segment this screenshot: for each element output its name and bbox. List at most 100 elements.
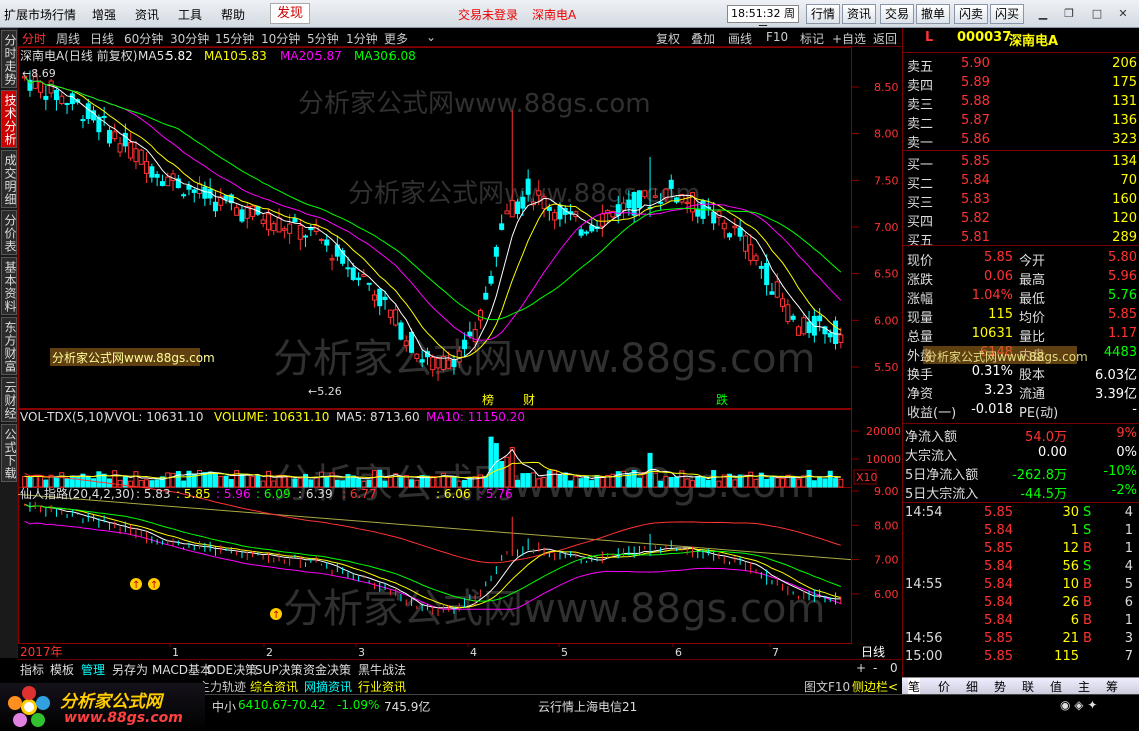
flow-value: 54.0万 xyxy=(1025,430,1067,445)
bang-mark[interactable]: 榜 xyxy=(482,392,494,407)
tab-price[interactable]: 价 xyxy=(938,678,950,695)
tab-time-trend[interactable]: 分时走势 xyxy=(1,30,17,88)
menu-item-info[interactable]: 资讯 xyxy=(135,6,159,23)
cai-mark[interactable]: 财 xyxy=(523,393,535,407)
volume-bar xyxy=(838,478,844,488)
quote-tabs: 笔 价 细 势 联 值 主 筹 xyxy=(902,677,1139,695)
status-icons[interactable]: ◉ ◈ ✦ xyxy=(1060,698,1097,712)
flash-sell-button[interactable]: 闪卖 xyxy=(954,4,988,24)
f10-graphic-button[interactable]: 图文F10 xyxy=(804,678,850,695)
tab-main[interactable]: 主 xyxy=(1078,678,1090,695)
tab-save-as[interactable]: 另存为 xyxy=(112,661,148,678)
tab-manage[interactable]: 管理 xyxy=(81,661,105,678)
candle-body xyxy=(467,331,473,337)
period-more[interactable]: 更多 xyxy=(384,30,408,47)
candle-body xyxy=(292,217,298,223)
ma5-label: MA5: xyxy=(138,49,168,63)
tab-basic-info[interactable]: 基本资料 xyxy=(1,257,17,315)
tab-eastmoney[interactable]: 东方财富 xyxy=(1,317,17,375)
trade-button[interactable]: 交易 xyxy=(880,4,914,24)
volume-bar xyxy=(281,475,287,488)
stat-value: - xyxy=(1132,402,1137,417)
restore-icon[interactable]: ❐ xyxy=(1060,5,1078,22)
info-button[interactable]: 资讯 xyxy=(842,4,876,24)
tick-side: B xyxy=(1083,595,1092,610)
tab-web-news[interactable]: 网摘资讯 xyxy=(304,678,352,695)
sidebar-toggle-button[interactable]: 侧边栏< xyxy=(852,678,898,695)
index-pct: -1.09% xyxy=(337,698,380,712)
zoom-in-button[interactable]: + xyxy=(856,661,866,675)
tab-value[interactable]: 值 xyxy=(1050,678,1062,695)
stock-link[interactable]: 深南电A xyxy=(532,6,576,23)
tab-price-table[interactable]: 分价表 xyxy=(1,210,17,255)
tab-yuncaijing[interactable]: 云财经 xyxy=(1,377,17,422)
discover-button[interactable]: 发现 xyxy=(270,3,310,24)
tab-deals[interactable]: 成交明细 xyxy=(1,150,17,208)
tab-tick[interactable]: 笔 xyxy=(908,678,921,695)
f10-button[interactable]: F10 xyxy=(766,30,788,44)
tick-price: 5.84 xyxy=(984,523,1013,538)
period-1min[interactable]: 1分钟 xyxy=(346,30,378,47)
candle-body xyxy=(652,195,658,198)
tab-dde[interactable]: DDE决策 xyxy=(207,661,257,678)
cancel-order-button[interactable]: 撤单 xyxy=(916,4,950,24)
volume-bar xyxy=(297,477,303,488)
volume-bar xyxy=(387,476,393,488)
back-button[interactable]: 返回 xyxy=(873,30,897,47)
buy-price: 5.82 xyxy=(961,211,990,226)
tab-trend[interactable]: 势 xyxy=(994,678,1006,695)
chevron-down-icon[interactable]: ⌄ xyxy=(426,30,436,44)
period-10min[interactable]: 10分钟 xyxy=(261,30,300,47)
tab-link[interactable]: 联 xyxy=(1022,678,1034,695)
tab-technical[interactable]: 技术分析 xyxy=(1,90,17,148)
mark-button[interactable]: 标记 xyxy=(800,30,824,47)
buy-row: 买五 5.81 289 xyxy=(903,230,1139,249)
volume-bar xyxy=(265,470,271,488)
tab-general-news[interactable]: 综合资讯 xyxy=(250,678,298,695)
add-watch-button[interactable]: +自选 xyxy=(832,30,866,47)
xian-v1: : 5.83 xyxy=(136,487,171,501)
chart-area[interactable]: 分析家公式网www.88gs.com 分析家公式网www.88gs.com 分析家公… xyxy=(18,47,902,659)
tab-fund[interactable]: 资金决策 xyxy=(303,661,351,678)
tab-detail[interactable]: 细 xyxy=(966,678,978,695)
menu-item-extended-market[interactable]: 扩展市场行情 xyxy=(4,6,76,23)
index-name[interactable]: 中小 xyxy=(212,698,236,715)
watermark-small-right: 分析家公式网www.88gs.com xyxy=(925,350,1088,364)
period-30min[interactable]: 30分钟 xyxy=(170,30,209,47)
period-day[interactable]: 日线 xyxy=(90,30,114,47)
kline-chart[interactable]: 分析家公式网www.88gs.com 分析家公式网www.88gs.com 分析家公… xyxy=(18,47,902,659)
tab-indicator[interactable]: 指标 xyxy=(20,661,44,678)
divider xyxy=(903,245,1139,246)
tab-macd[interactable]: MACD基本 xyxy=(152,661,212,678)
tab-sup[interactable]: SUP决策 xyxy=(255,661,303,678)
period-week[interactable]: 周线 xyxy=(56,30,80,47)
die-mark[interactable]: 跌 xyxy=(716,392,728,407)
indicator-tab-bar: 指标 模板 管理 另存为 MACD基本 DDE决策 SUP决策 资金决策 黑牛战… xyxy=(18,659,902,677)
period-timeshare[interactable]: 分时 xyxy=(22,30,46,47)
candle-body xyxy=(483,292,489,300)
tab-chips[interactable]: 筹 xyxy=(1106,678,1118,695)
maximize-icon[interactable]: □ xyxy=(1088,5,1106,22)
adjust-button[interactable]: 复权 xyxy=(656,30,680,47)
period-15min[interactable]: 15分钟 xyxy=(215,30,254,47)
period-5min[interactable]: 5分钟 xyxy=(307,30,339,47)
quote-button[interactable]: 行情 xyxy=(806,4,840,24)
period-60min[interactable]: 60分钟 xyxy=(124,30,163,47)
tab-formula-download[interactable]: 公式下载 xyxy=(1,424,17,482)
zoom-out-button[interactable]: - xyxy=(873,661,877,675)
tab-main-track[interactable]: 主力轨迹 xyxy=(198,678,246,695)
x-axis-month: 7 xyxy=(772,646,779,659)
menu-item-help[interactable]: 帮助 xyxy=(221,6,245,23)
zoom-reset-button[interactable]: 0 xyxy=(890,661,898,675)
close-icon[interactable]: ✕ xyxy=(1114,5,1132,22)
overlay-button[interactable]: 叠加 xyxy=(691,30,715,47)
draw-button[interactable]: 画线 xyxy=(728,30,752,47)
flash-buy-button[interactable]: 闪买 xyxy=(990,4,1024,24)
menu-item-tools[interactable]: 工具 xyxy=(178,6,202,23)
minimize-icon[interactable]: ▁ xyxy=(1034,5,1052,22)
tab-black-bull[interactable]: 黑牛战法 xyxy=(358,661,406,678)
menu-item-enhance[interactable]: 增强 xyxy=(92,6,116,23)
tab-industry-news[interactable]: 行业资讯 xyxy=(358,678,406,695)
tab-template[interactable]: 模板 xyxy=(50,661,74,678)
login-status[interactable]: 交易未登录 xyxy=(458,6,518,23)
